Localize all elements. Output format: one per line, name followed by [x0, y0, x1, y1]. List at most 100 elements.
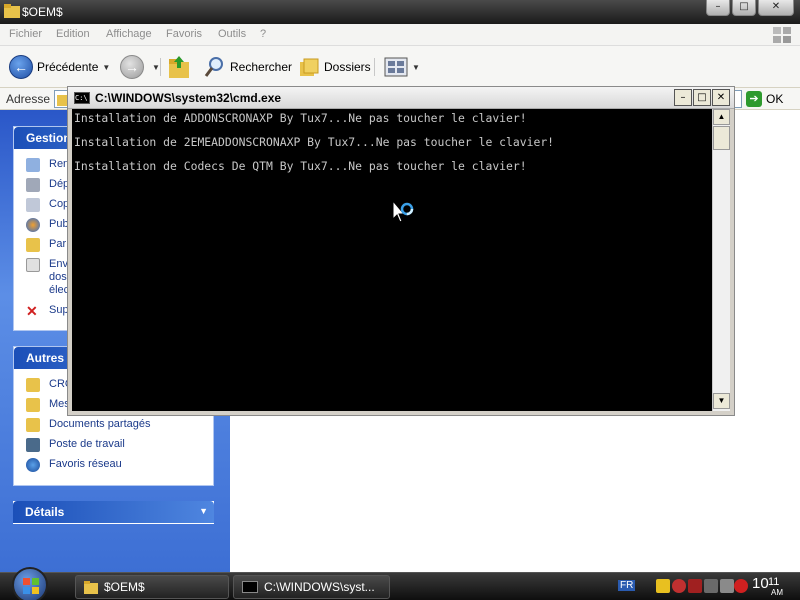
- place-label: Documents partagés: [49, 418, 151, 430]
- antivirus-icon[interactable]: [672, 579, 686, 593]
- minimize-button[interactable]: –: [706, 0, 730, 16]
- volume-icon[interactable]: [720, 579, 734, 593]
- chevron-down-icon[interactable]: ▼: [152, 63, 160, 72]
- search-button[interactable]: Rechercher: [204, 54, 292, 80]
- scroll-thumb[interactable]: [713, 126, 730, 150]
- toolbar: ← Précédente ▼ → ▼ Rechercher Dossiers ▼: [0, 46, 800, 88]
- menu-affichage[interactable]: Affichage: [106, 28, 152, 40]
- task-label-line: dos: [49, 271, 67, 283]
- explorer-titlebar[interactable]: $OEM$ – □ ✕: [0, 0, 800, 24]
- network-icon[interactable]: [704, 579, 718, 593]
- network-icon: [26, 458, 40, 472]
- scroll-up-button[interactable]: ▲: [713, 109, 730, 125]
- clock-hour[interactable]: 10: [752, 575, 769, 592]
- clock-minute[interactable]: 11: [768, 576, 779, 588]
- folder-icon: [26, 398, 40, 412]
- close-button[interactable]: ✕: [758, 0, 794, 16]
- folders-icon: [300, 58, 319, 76]
- chevron-down-icon[interactable]: ▼: [102, 63, 110, 72]
- task-label: Pub: [49, 218, 69, 230]
- search-label: Rechercher: [230, 60, 293, 74]
- cmd-maximize-button[interactable]: □: [693, 89, 711, 106]
- place-label: Favoris réseau: [49, 458, 122, 470]
- place-poste-de-travail[interactable]: Poste de travail: [14, 435, 213, 455]
- windows-logo-icon: [773, 27, 791, 43]
- forward-button[interactable]: → ▼: [120, 54, 160, 80]
- globe-icon: [26, 218, 40, 232]
- place-label: Poste de travail: [49, 438, 125, 450]
- mail-icon: [26, 258, 40, 272]
- taskbar-button-oem[interactable]: $OEM$: [75, 575, 229, 599]
- place-documents-partages[interactable]: Documents partagés: [14, 415, 213, 435]
- task-label: Par: [49, 238, 67, 250]
- console-line: Installation de Codecs De QTM By Tux7...…: [74, 159, 527, 173]
- folder-icon: [4, 4, 20, 18]
- menu-bar: Fichier Edition Affichage Favoris Outils…: [0, 24, 800, 46]
- menu-favoris[interactable]: Favoris: [166, 28, 202, 40]
- go-arrow-icon: ➔: [746, 91, 762, 107]
- back-arrow-icon: ←: [9, 55, 33, 79]
- file-tasks-title: Gestion: [26, 131, 71, 145]
- console-icon: C:\: [74, 92, 90, 104]
- folder-icon: [84, 581, 98, 594]
- start-button[interactable]: [12, 567, 48, 600]
- console-icon: [242, 581, 258, 593]
- views-button[interactable]: ▼: [384, 54, 420, 80]
- move-icon: [26, 178, 40, 192]
- address-label: Adresse: [6, 92, 51, 106]
- cmd-scrollbar[interactable]: ▲ ▼: [712, 109, 730, 411]
- folder-icon: [26, 418, 40, 432]
- window-title: $OEM$: [22, 5, 63, 19]
- taskbar-button-label: $OEM$: [104, 580, 145, 594]
- maximize-button[interactable]: □: [732, 0, 756, 16]
- folder-icon: [26, 378, 40, 392]
- details-header[interactable]: Détails ▼: [13, 501, 214, 523]
- go-label: OK: [766, 92, 784, 106]
- scroll-down-button[interactable]: ▼: [713, 393, 730, 409]
- cmd-close-button[interactable]: ✕: [712, 89, 730, 106]
- taskbar: $OEM$ C:\WINDOWS\syst... FR 10 11 AM: [0, 567, 800, 600]
- menu-edition[interactable]: Edition: [56, 28, 90, 40]
- console-line: Installation de ADDONSCRONAXP By Tux7...…: [74, 111, 527, 125]
- chevron-down-icon[interactable]: ▼: [412, 63, 420, 72]
- folders-label: Dossiers: [324, 60, 371, 74]
- console-output[interactable]: Installation de ADDONSCRONAXP By Tux7...…: [72, 109, 712, 411]
- console-line: Installation de 2EMEADDONSCRONAXP By Tux…: [74, 135, 555, 149]
- security-icon[interactable]: [656, 579, 670, 593]
- up-folder-button[interactable]: [166, 54, 192, 80]
- shield-icon[interactable]: [734, 579, 748, 593]
- go-button[interactable]: ➔ OK: [746, 90, 783, 108]
- place-favoris-reseau[interactable]: Favoris réseau: [14, 455, 213, 475]
- other-places-title: Autres: [26, 351, 65, 365]
- back-button[interactable]: ← Précédente ▼: [9, 54, 110, 80]
- toolbar-divider: [160, 58, 161, 76]
- task-label-line: Env: [49, 258, 68, 270]
- cmd-minimize-button[interactable]: –: [674, 89, 692, 106]
- system-tray: FR 10 11 AM: [606, 573, 800, 600]
- search-icon: [204, 57, 223, 77]
- menu-outils[interactable]: Outils: [218, 28, 246, 40]
- details-box: Détails ▼: [13, 501, 214, 524]
- details-title: Détails: [25, 505, 65, 519]
- update-icon[interactable]: [688, 579, 702, 593]
- rename-icon: [26, 158, 40, 172]
- menu-help[interactable]: ?: [260, 28, 266, 40]
- copy-icon: [26, 198, 40, 212]
- back-label: Précédente: [37, 60, 99, 74]
- windows-logo-icon: [23, 578, 39, 594]
- clock-ampm: AM: [771, 588, 783, 597]
- taskbar-button-cmd[interactable]: C:\WINDOWS\syst...: [233, 575, 390, 599]
- menu-fichier[interactable]: Fichier: [9, 28, 42, 40]
- taskbar-button-label: C:\WINDOWS\syst...: [264, 580, 375, 594]
- language-indicator[interactable]: FR: [618, 580, 636, 591]
- forward-arrow-icon: →: [120, 55, 144, 79]
- chevron-down-icon[interactable]: ▼: [199, 506, 208, 516]
- busy-cursor-icon: [392, 200, 414, 223]
- cmd-titlebar[interactable]: C:\ C:\WINDOWS\system32\cmd.exe – □ ✕: [68, 87, 734, 109]
- cmd-title: C:\WINDOWS\system32\cmd.exe: [95, 91, 282, 105]
- folders-button[interactable]: Dossiers: [298, 54, 371, 80]
- toolbar-divider: [374, 58, 375, 76]
- cmd-window: C:\ C:\WINDOWS\system32\cmd.exe – □ ✕ In…: [67, 86, 735, 416]
- delete-icon: ✕: [26, 303, 38, 319]
- views-icon: [384, 57, 408, 77]
